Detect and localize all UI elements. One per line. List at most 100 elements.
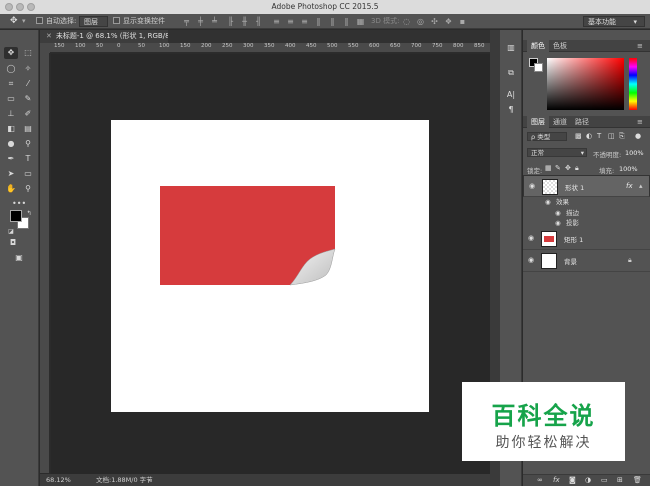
distribute-bottom-icon[interactable]: ≡	[300, 17, 309, 26]
dodge-tool-icon[interactable]: ⚲	[21, 138, 35, 150]
drag-3d-icon[interactable]: ✣	[430, 17, 439, 26]
move-tool-icon[interactable]: ✥	[10, 16, 18, 27]
collapse-effects-icon[interactable]: ▴	[639, 182, 643, 190]
close-window-button[interactable]	[5, 3, 13, 11]
workspace-dropdown[interactable]: 基本功能 ▾	[583, 16, 645, 27]
hue-slider[interactable]	[629, 58, 637, 110]
filter-pixel-icon[interactable]: ▩	[575, 132, 582, 140]
layer-name[interactable]: 背景	[564, 256, 577, 266]
filter-shape-icon[interactable]: ◫	[608, 132, 615, 140]
color-panel-menu-icon[interactable]: ≡	[637, 40, 643, 52]
gradient-tool-icon[interactable]: ▤	[21, 123, 35, 135]
distribute-hcenter-icon[interactable]: ‖	[328, 17, 337, 26]
swap-colors-icon[interactable]: ↰	[22, 208, 36, 220]
tool-preset-chevron-icon[interactable]: ▾	[22, 16, 26, 27]
screen-mode-icon[interactable]: ▣	[12, 252, 26, 264]
brush-tool-icon[interactable]: ✎	[21, 93, 35, 105]
visibility-eye-icon[interactable]: ◉	[528, 257, 536, 264]
zoom-tool-icon[interactable]: ⚲	[21, 183, 35, 195]
show-transform-checkbox[interactable]	[113, 17, 120, 24]
stroke-eye-icon[interactable]: ◉	[555, 208, 561, 218]
layer-row-shape1[interactable]: ◉ 形状 1 fx ▴	[523, 175, 650, 197]
auto-select-toggle[interactable]: 自动选择:	[36, 16, 76, 27]
lock-image-icon[interactable]: ✎	[555, 164, 561, 172]
healing-brush-tool-icon[interactable]: ▭	[4, 93, 18, 105]
roll-3d-icon[interactable]: ◎	[416, 17, 425, 26]
effects-eye-icon[interactable]: ◉	[545, 197, 551, 207]
blend-mode-dropdown[interactable]: 正常 ▾	[527, 148, 587, 157]
type-tool-icon[interactable]: T	[21, 153, 35, 165]
distribute-right-icon[interactable]: ‖	[342, 17, 351, 26]
ruler-origin[interactable]	[40, 43, 50, 53]
horizontal-ruler[interactable]: 150 100 50 0 50 100 150 200 250 300 350 400 450 500 55…	[50, 43, 490, 53]
scale-3d-icon[interactable]: ▪	[458, 17, 467, 26]
align-top-icon[interactable]: ╤	[182, 17, 191, 26]
clone-stamp-tool-icon[interactable]: ⊥	[4, 108, 18, 120]
crop-tool-icon[interactable]: ⌗	[4, 78, 18, 90]
lock-position-icon[interactable]: ✥	[565, 164, 571, 172]
status-menu-icon[interactable]: ▸	[148, 474, 151, 486]
delete-layer-icon[interactable]: 🗑︎	[633, 476, 642, 484]
align-left-icon[interactable]: ╟	[226, 17, 235, 26]
foreground-color-swatch-top[interactable]	[10, 210, 22, 222]
minimize-window-button[interactable]	[16, 3, 24, 11]
align-right-icon[interactable]: ╢	[254, 17, 263, 26]
new-adjustment-icon[interactable]: ◑	[585, 476, 591, 484]
distribute-left-icon[interactable]: ‖	[314, 17, 323, 26]
opacity-field[interactable]: 100%	[625, 149, 644, 157]
slide-3d-icon[interactable]: ❖	[444, 17, 453, 26]
quick-mask-icon[interactable]: ◘	[6, 237, 20, 249]
drop-shadow-eye-icon[interactable]: ◉	[555, 218, 561, 228]
link-layers-icon[interactable]: ∞	[537, 476, 543, 484]
magic-wand-tool-icon[interactable]: ✧	[21, 63, 35, 75]
effects-row[interactable]: ◉ 效果	[523, 197, 650, 207]
page-curl-shape[interactable]	[288, 247, 336, 287]
fill-field[interactable]: 100%	[619, 165, 638, 173]
visibility-eye-icon[interactable]: ◉	[529, 183, 537, 190]
tab-color[interactable]: 颜色	[527, 40, 549, 52]
lasso-tool-icon[interactable]: ◯	[4, 63, 18, 75]
filter-smart-object-icon[interactable]: ⎘	[619, 132, 625, 141]
marquee-tool-icon[interactable]: ⬚	[21, 47, 35, 59]
tab-channels[interactable]: 通道	[549, 116, 571, 128]
layer-filter-dropdown[interactable]: ρ 类型	[527, 132, 567, 141]
history-panel-icon[interactable]: ▥	[505, 42, 517, 54]
filter-type-icon[interactable]: T	[597, 132, 601, 140]
eraser-tool-icon[interactable]: ◧	[4, 123, 18, 135]
filter-toggle-icon[interactable]: ●	[635, 132, 641, 140]
distribute-vcenter-icon[interactable]: ≡	[286, 17, 295, 26]
layer-name[interactable]: 形状 1	[565, 182, 584, 192]
add-style-icon[interactable]: fx	[553, 476, 560, 484]
auto-align-icon[interactable]: ▦	[356, 17, 365, 26]
color-saturation-field[interactable]	[547, 58, 624, 110]
character-panel-icon[interactable]: A|	[505, 89, 517, 101]
zoom-window-button[interactable]	[27, 3, 35, 11]
orbit-3d-icon[interactable]: ◌	[402, 17, 411, 26]
auto-select-checkbox[interactable]	[36, 17, 43, 24]
layers-panel-menu-icon[interactable]: ≡	[637, 116, 643, 128]
document-tab[interactable]: ✕ 未标题-1 @ 68.1% (形状 1, RGB/8) *	[40, 30, 178, 43]
hand-tool-icon[interactable]: ✋	[4, 183, 18, 195]
properties-panel-icon[interactable]: ⧉	[505, 67, 517, 79]
history-brush-tool-icon[interactable]: ✐	[21, 108, 35, 120]
distribute-top-icon[interactable]: ≡	[272, 17, 281, 26]
path-selection-tool-icon[interactable]: ➤	[4, 168, 18, 180]
align-vcenter-icon[interactable]: ╪	[196, 17, 205, 26]
zoom-level[interactable]: 68.12%	[46, 474, 71, 486]
add-mask-icon[interactable]: ◙	[569, 476, 576, 484]
auto-select-dropdown[interactable]: 图层	[79, 16, 108, 27]
show-transform-toggle[interactable]: 显示变换控件	[113, 16, 165, 27]
blur-tool-icon[interactable]: ●	[4, 138, 18, 150]
tab-paths[interactable]: 路径	[571, 116, 593, 128]
align-bottom-icon[interactable]: ╧	[210, 17, 219, 26]
move-tool-icon[interactable]: ✥	[4, 47, 18, 59]
tab-swatches[interactable]: 色板	[549, 40, 571, 52]
new-group-icon[interactable]: ▭	[601, 476, 608, 484]
lock-all-icon[interactable]: 🔒︎	[575, 164, 579, 173]
layer-fx-badge[interactable]: fx	[626, 182, 633, 190]
filter-adjustment-icon[interactable]: ◐	[586, 132, 592, 140]
color-panel-background-swatch[interactable]	[534, 63, 543, 72]
pen-tool-icon[interactable]: ✒	[4, 153, 18, 165]
layer-name[interactable]: 矩形 1	[564, 234, 583, 244]
effect-row-drop-shadow[interactable]: ◉ 投影	[523, 218, 650, 228]
